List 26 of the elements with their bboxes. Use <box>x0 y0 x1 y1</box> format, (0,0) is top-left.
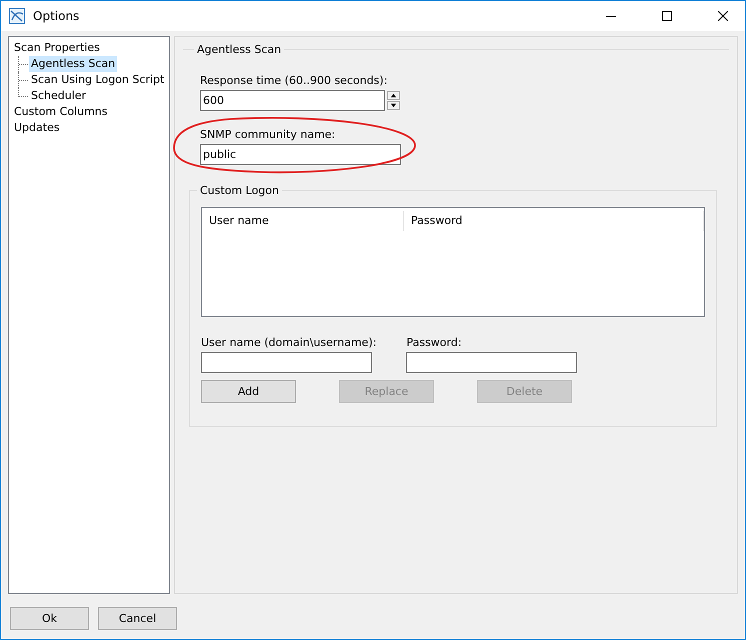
field-label: User name (domain\username): <box>201 336 376 349</box>
field-label: SNMP community name: <box>200 128 336 141</box>
tree-item[interactable]: Updates <box>12 120 62 136</box>
column-header[interactable]: Password <box>404 211 704 231</box>
field-label: Response time (60..900 seconds): <box>200 74 388 87</box>
tree-item[interactable]: Scheduler <box>29 88 88 104</box>
field-label: Password: <box>406 336 463 349</box>
action-button[interactable]: Add <box>201 380 296 403</box>
group-title: Custom Logon <box>199 184 280 197</box>
tree-item[interactable]: Custom Columns <box>12 104 110 120</box>
window-title: Options <box>33 9 80 23</box>
user-name-field[interactable] <box>201 352 372 373</box>
tree-item[interactable]: Scan Properties <box>12 40 102 56</box>
dialog-button[interactable]: Ok <box>10 607 89 630</box>
spin-buttons[interactable] <box>387 91 400 110</box>
maximize-icon[interactable] <box>662 11 672 21</box>
tree-item[interactable]: Scan Using Logon Script <box>29 72 166 88</box>
dialog-button[interactable]: Cancel <box>98 607 177 630</box>
tree-item[interactable]: Agentless Scan <box>29 56 118 72</box>
community-name-field[interactable]: public <box>200 144 401 165</box>
response-time-field[interactable]: 600 <box>200 90 385 111</box>
column-header[interactable]: User name <box>202 211 404 231</box>
app-icon <box>9 8 25 24</box>
close-icon[interactable] <box>718 11 728 21</box>
group-title: Agentless Scan <box>196 43 282 56</box>
password-field[interactable] <box>406 352 578 373</box>
